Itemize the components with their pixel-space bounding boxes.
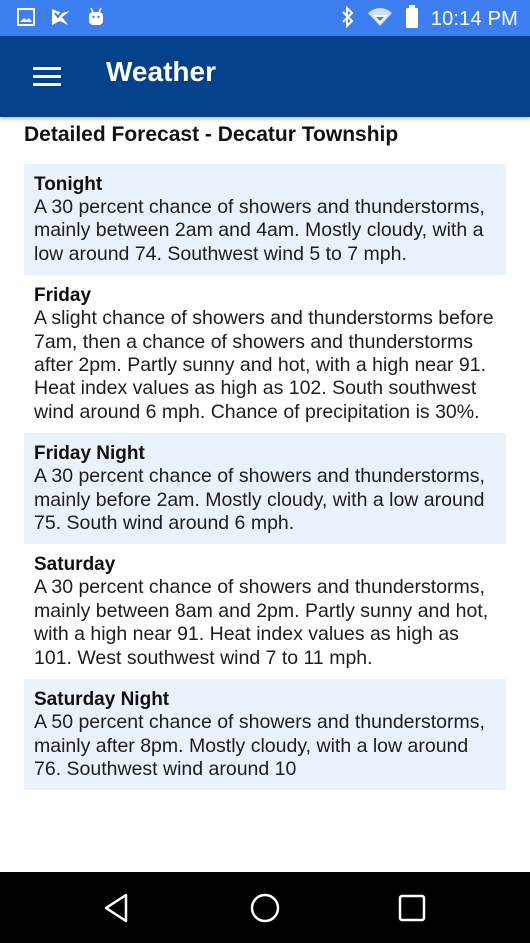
battery-icon [405, 5, 419, 34]
recents-icon[interactable] [396, 892, 428, 924]
forecast-period: Tonight [34, 174, 103, 195]
forecast-period: Saturday [34, 554, 116, 576]
navigation-bar [0, 872, 530, 943]
forecast-text: A 30 percent chance of showers and thund… [34, 465, 485, 535]
forecast-text: A 30 percent chance of showers and thund… [34, 196, 485, 265]
forecast-text: A slight chance of showers and thunderst… [34, 307, 494, 423]
forecast-item-friday: Friday A slight chance of showers and th… [24, 275, 506, 433]
forecast-list: Tonight A 30 percent chance of showers a… [24, 164, 506, 791]
forecast-item-tonight: Tonight A 30 percent chance of showers a… [24, 164, 506, 276]
status-bar: 10:14 PM [0, 0, 530, 36]
wifi-icon [367, 7, 393, 32]
forecast-text: A 30 percent chance of showers and thund… [34, 576, 489, 669]
task-check-icon [50, 7, 72, 32]
gallery-icon [16, 7, 36, 32]
home-icon[interactable] [249, 892, 281, 924]
forecast-item-friday-night: Friday Night A 30 percent chance of show… [24, 433, 506, 545]
forecast-period: Friday [34, 285, 92, 307]
forecast-period: Friday Night [34, 443, 145, 465]
hamburger-menu-icon[interactable] [33, 67, 61, 87]
forecast-period: Saturday Night [34, 689, 170, 711]
app-title: Weather [106, 56, 216, 87]
back-icon[interactable] [101, 892, 133, 924]
android-icon [86, 7, 106, 32]
forecast-scroll-area[interactable]: Detailed Forecast - Decatur Township Ton… [0, 117, 530, 872]
forecast-text: A 50 percent chance of showers and thund… [34, 711, 485, 780]
app-bar: Weather [0, 36, 530, 117]
forecast-item-saturday-night: Saturday Night A 50 percent chance of sh… [24, 679, 506, 791]
forecast-item-saturday: Saturday A 30 percent chance of showers … [24, 544, 506, 679]
clock: 10:14 PM [430, 8, 518, 30]
bluetooth-icon [341, 5, 355, 33]
page-title: Detailed Forecast - Decatur Township [24, 123, 399, 146]
